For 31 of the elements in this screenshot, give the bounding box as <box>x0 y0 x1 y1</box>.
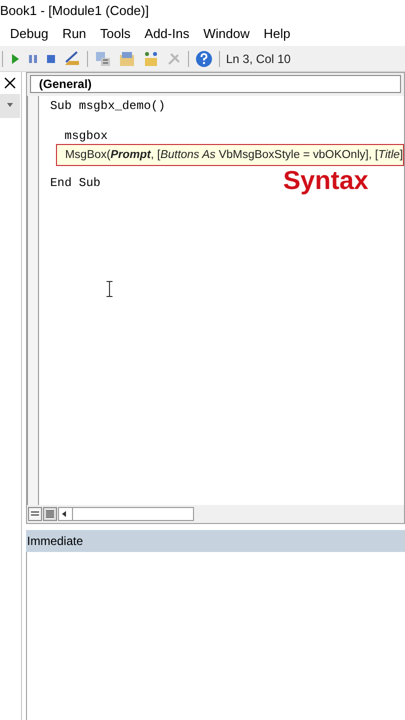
dropdown-icon <box>7 102 13 108</box>
menu-item[interactable]: Tools <box>100 24 131 44</box>
horizontal-scrollbar[interactable] <box>58 507 194 521</box>
help-icon[interactable] <box>195 50 213 68</box>
cursor-position: Ln 3, Col 10 <box>226 50 291 68</box>
properties-icon[interactable] <box>118 50 136 68</box>
immediate-title: Immediate <box>27 533 84 550</box>
scroll-button[interactable] <box>0 94 20 118</box>
annotation-label: Syntax <box>283 166 368 194</box>
menu-item[interactable]: Debug <box>10 24 48 44</box>
object-name: (General) <box>39 76 92 93</box>
menu-item[interactable]: Add-Ins <box>144 24 190 44</box>
module-view-icon[interactable] <box>43 507 57 521</box>
syntax-tooltip: MsgBox(Prompt, [Buttons As VbMsgBoxStyle = vbOKOnly], [Title] <box>56 144 404 166</box>
window-title: Book1 - [Module1 (Code)] <box>0 2 149 20</box>
code-editor[interactable]: Sub msgbx_demo() msgbox MsgBox(Prompt, [Buttons As VbMsgBoxStyle = vbOKOnly], [Title] End Sub Syntax <box>39 96 404 505</box>
object-browser-icon[interactable] <box>142 50 160 68</box>
code-text: End Sub <box>50 176 101 191</box>
text-cursor-icon <box>106 281 114 297</box>
run-icon[interactable] <box>9 52 21 64</box>
menu-item[interactable]: Run <box>62 24 86 44</box>
object-dropdown[interactable]: (General) <box>30 75 401 93</box>
ruler-icon[interactable] <box>63 50 81 68</box>
stop-icon[interactable] <box>45 52 57 64</box>
code-text: Sub msgbx_demo() msgbox <box>50 99 166 144</box>
procedure-view-icon[interactable] <box>28 507 42 521</box>
menu-item[interactable]: Help <box>264 24 290 44</box>
project-icon[interactable] <box>94 50 112 68</box>
pause-icon[interactable] <box>27 52 39 64</box>
close-icon <box>4 77 16 89</box>
menu-item[interactable]: Window <box>203 24 250 44</box>
